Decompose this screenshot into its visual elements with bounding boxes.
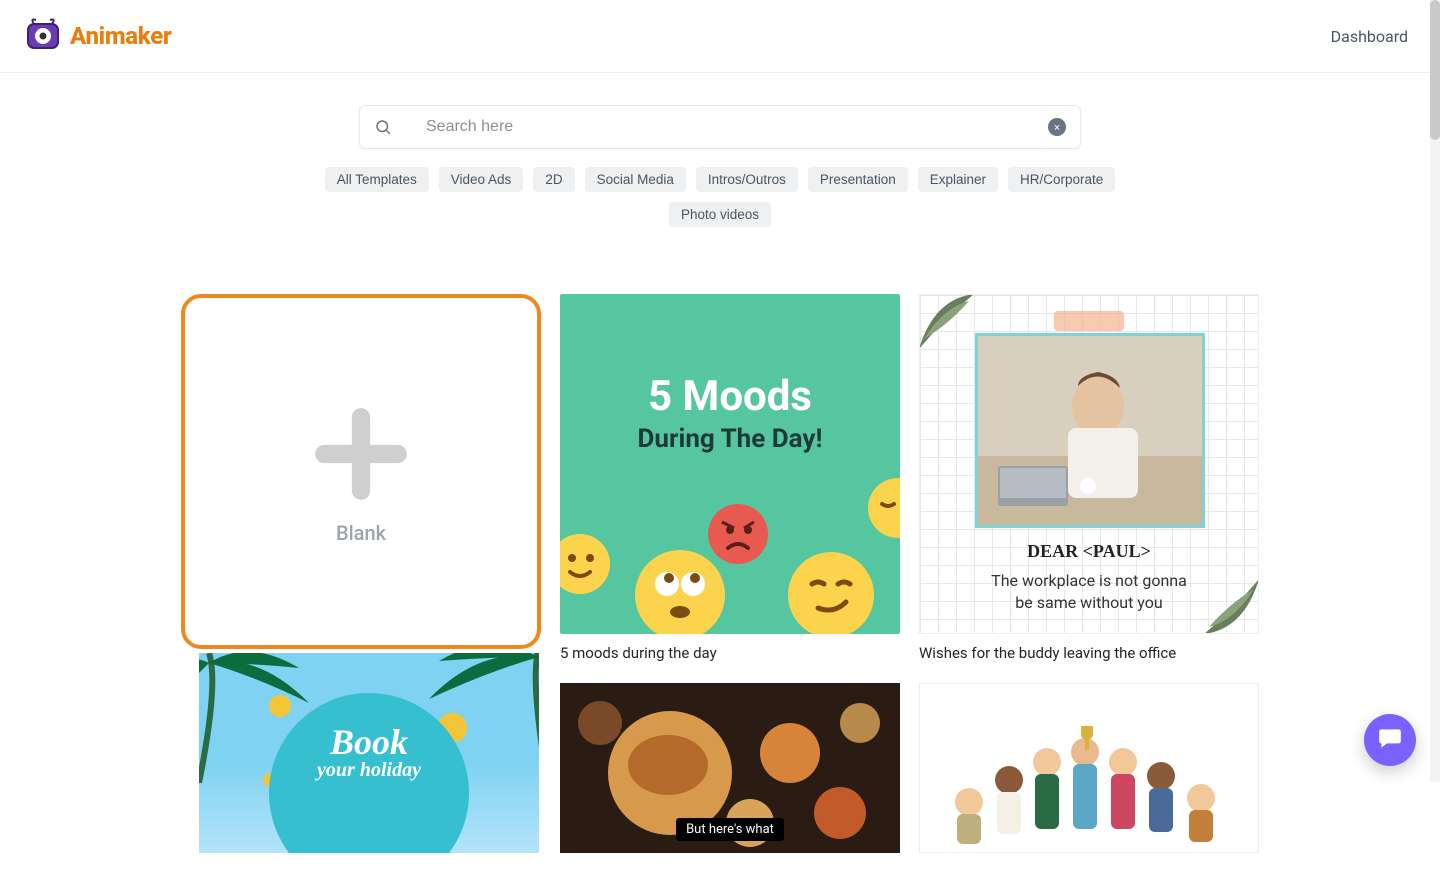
- emoji-smirk-icon: [788, 552, 874, 634]
- category-chips: All Templates Video Ads 2D Social Media …: [320, 167, 1120, 227]
- moods-thumb-subtitle: During The Day!: [560, 424, 900, 454]
- thanksgiving-caption: But here's what: [676, 818, 784, 841]
- chip-intros-outros[interactable]: Intros/Outros: [696, 167, 798, 192]
- tape-icon: [1054, 311, 1124, 331]
- chip-hr-corporate[interactable]: HR/Corporate: [1008, 167, 1115, 192]
- chip-presentation[interactable]: Presentation: [808, 167, 908, 192]
- template-card-thanksgiving: But here's what: [560, 683, 900, 853]
- template-title-moods: 5 moods during the day: [560, 644, 900, 662]
- logo-text: Animaker: [70, 22, 172, 50]
- logo[interactable]: Animaker: [24, 16, 172, 56]
- template-thumb-holiday[interactable]: Book your holiday: [199, 653, 539, 853]
- template-thumb-people[interactable]: [919, 683, 1259, 853]
- emoji-angry-icon: [708, 504, 768, 564]
- holiday-word2: your holiday: [317, 759, 421, 782]
- chip-video-ads[interactable]: Video Ads: [439, 167, 524, 192]
- chip-photo-videos[interactable]: Photo videos: [669, 202, 771, 227]
- header: Animaker Dashboard: [0, 0, 1440, 73]
- chip-all-templates[interactable]: All Templates: [325, 167, 429, 192]
- scrollbar[interactable]: [1430, 0, 1440, 782]
- dashboard-link[interactable]: Dashboard: [1331, 27, 1408, 46]
- photo-frame: [975, 333, 1205, 528]
- wishes-thumb-line2: be same without you: [920, 593, 1258, 612]
- holiday-word1: Book: [330, 721, 408, 763]
- chip-social-media[interactable]: Social Media: [585, 167, 686, 192]
- template-thumb-thanksgiving[interactable]: But here's what: [560, 683, 900, 853]
- template-thumb-moods[interactable]: 5 Moods During The Day! z: [560, 294, 900, 634]
- blank-template-card[interactable]: Blank: [181, 294, 541, 649]
- templates-grid: Blank 5 Moods During The Day! z 5 moods …: [181, 279, 1259, 879]
- emoji-sleep-icon: z: [868, 478, 900, 538]
- search-bar[interactable]: ×: [359, 105, 1081, 149]
- people-group-icon: [939, 702, 1239, 852]
- template-title-wishes: Wishes for the buddy leaving the office: [919, 644, 1259, 662]
- search-icon: [374, 118, 392, 136]
- chat-launcher-button[interactable]: [1364, 714, 1416, 766]
- search-input[interactable]: [426, 118, 1048, 136]
- template-card-holiday: Book your holiday: [199, 653, 539, 853]
- wishes-thumb-dear: DEAR <PAUL>: [920, 541, 1258, 562]
- plus-icon: [306, 399, 416, 513]
- chat-icon: [1377, 725, 1403, 755]
- emoji-smile-icon: [560, 534, 610, 594]
- search-clear-button[interactable]: ×: [1048, 118, 1066, 136]
- wishes-thumb-line1: The workplace is not gonna: [920, 571, 1258, 590]
- moods-thumb-title: 5 Moods: [560, 372, 900, 421]
- dot-icon: [269, 695, 291, 717]
- template-card-moods: 5 Moods During The Day! z 5 moods during…: [560, 294, 900, 662]
- chip-2d[interactable]: 2D: [533, 167, 574, 192]
- chip-explainer[interactable]: Explainer: [918, 167, 998, 192]
- template-card-people: [919, 683, 1259, 853]
- logo-icon: [24, 16, 64, 56]
- blank-label: Blank: [336, 521, 386, 545]
- template-card-wishes: DEAR <PAUL> The workplace is not gonna b…: [919, 294, 1259, 662]
- template-thumb-wishes[interactable]: DEAR <PAUL> The workplace is not gonna b…: [919, 294, 1259, 634]
- scrollbar-thumb[interactable]: [1430, 0, 1440, 140]
